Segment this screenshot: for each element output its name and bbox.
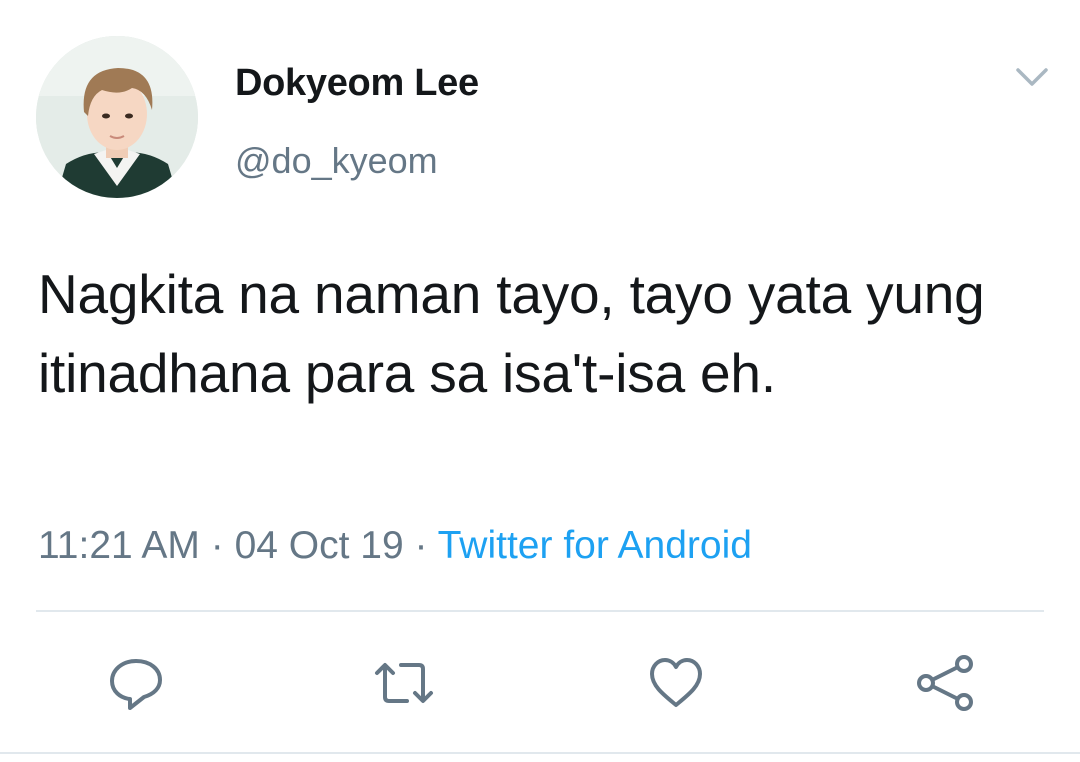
reply-icon	[110, 659, 162, 710]
display-name[interactable]: Dokyeom Lee	[235, 62, 479, 105]
handle[interactable]: @do_kyeom	[235, 140, 438, 182]
heart-icon	[650, 658, 702, 707]
reply-button[interactable]	[101, 648, 171, 718]
share-button[interactable]	[910, 648, 980, 718]
retweet-button[interactable]	[369, 648, 439, 718]
like-button[interactable]	[641, 648, 711, 718]
tweet-source-link[interactable]: Twitter for Android	[438, 524, 752, 567]
tweet-time: 11:21 AM	[38, 524, 200, 567]
tweet-meta: 11:21 AM · 04 Oct 19 · Twitter for Andro…	[38, 524, 752, 568]
divider	[36, 610, 1044, 612]
avatar[interactable]	[36, 36, 198, 198]
meta-separator: ·	[199, 524, 235, 567]
divider	[0, 752, 1080, 754]
chevron-down-icon[interactable]	[1010, 60, 1054, 96]
avatar-image	[36, 36, 198, 198]
share-icon	[917, 655, 973, 711]
retweet-icon	[375, 663, 433, 703]
tweet-text: Nagkita na naman tayo, tayo yata yung it…	[38, 263, 985, 404]
meta-separator: ·	[403, 524, 438, 567]
tweet-date: 04 Oct 19	[234, 524, 404, 567]
